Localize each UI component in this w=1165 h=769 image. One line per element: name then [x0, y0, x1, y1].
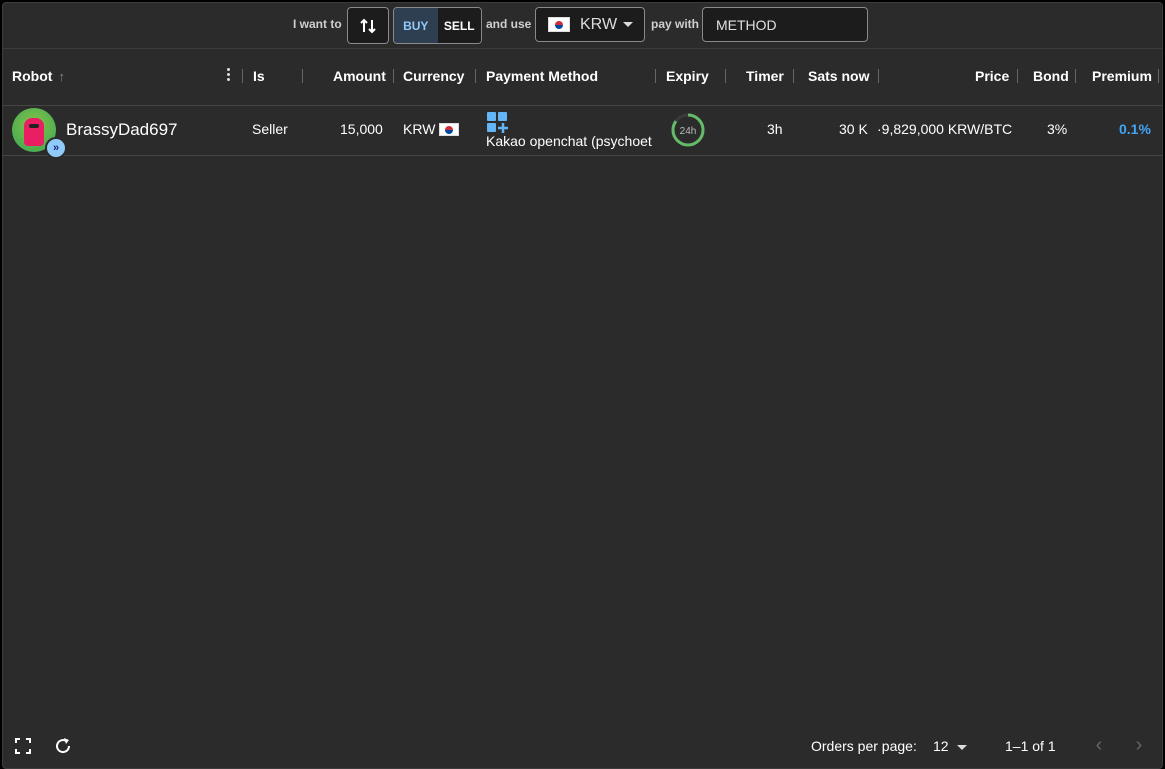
orders-per-page-label: Orders per page: [811, 738, 917, 754]
buy-sell-toggle: BUY SELL [393, 7, 482, 44]
column-separator[interactable] [475, 69, 476, 83]
column-separator[interactable] [1017, 69, 1018, 83]
column-menu-icon[interactable] [227, 67, 231, 83]
pay-with-label: pay with [651, 17, 700, 31]
order-price: ·9,829,000 KRW/BTC [877, 121, 1013, 137]
column-header-premium[interactable]: Premium [1092, 68, 1152, 84]
swap-direction-button[interactable] [347, 7, 389, 44]
order-currency-code: KRW [403, 121, 436, 137]
table-header: Robot ↑ Is Amount Currency Payment Method… [3, 48, 1162, 106]
korea-flag-icon [439, 123, 460, 136]
orders-per-page-value: 12 [933, 738, 949, 754]
robot-name[interactable]: BrassyDad697 [66, 120, 178, 140]
column-header-sats-now[interactable]: Sats now [808, 68, 869, 84]
pagination-range: 1–1 of 1 [1005, 738, 1056, 754]
column-header-currency[interactable]: Currency [403, 68, 464, 84]
expiry-progress-ring: 24h [671, 113, 705, 147]
next-page-icon[interactable]: › [1129, 735, 1149, 756]
order-currency: KRW [403, 121, 460, 137]
column-separator[interactable] [725, 69, 726, 83]
order-amount: 15,000 [340, 121, 383, 137]
column-header-is[interactable]: Is [253, 68, 265, 84]
column-separator[interactable] [655, 69, 656, 83]
column-header-robot[interactable]: Robot ↑ [12, 68, 65, 84]
expiry-value: 24h [680, 126, 697, 137]
swap-vert-icon [360, 18, 376, 33]
fast-forward-badge-icon: » [45, 137, 67, 159]
previous-page-icon[interactable]: ‹ [1089, 735, 1109, 756]
column-header-payment-method[interactable]: Payment Method [486, 68, 598, 84]
column-header-bond[interactable]: Bond [1033, 68, 1069, 84]
and-use-label: and use [486, 17, 532, 31]
order-book-panel: I want to BUY SELL and use KRW pay with … [2, 2, 1163, 769]
add-box-grid-icon [487, 112, 509, 134]
currency-select[interactable]: KRW [535, 7, 645, 42]
sell-toggle-button[interactable]: SELL [437, 8, 481, 43]
order-bond: 3% [1047, 121, 1068, 137]
column-separator[interactable] [1158, 69, 1159, 83]
column-separator[interactable] [878, 69, 879, 83]
payment-method-input[interactable]: METHOD [702, 7, 868, 42]
sort-arrow-up-icon[interactable]: ↑ [58, 69, 65, 84]
order-premium: 0.1% [1119, 121, 1151, 137]
table-footer: Orders per page: 12 1–1 of 1 ‹ › [3, 724, 1162, 768]
currency-select-value: KRW [580, 15, 618, 33]
table-row[interactable]: » BrassyDad697 Seller 15,000 KRW Kakao o… [3, 104, 1162, 159]
column-header-timer[interactable]: Timer [746, 68, 784, 84]
column-separator[interactable] [242, 69, 243, 83]
column-header-amount[interactable]: Amount [333, 68, 386, 84]
column-header-expiry[interactable]: Expiry [666, 68, 709, 84]
orders-per-page-select[interactable]: 12 [933, 738, 967, 754]
chevron-down-icon [623, 22, 634, 27]
order-type: Seller [252, 121, 288, 137]
refresh-icon[interactable] [53, 736, 73, 756]
i-want-to-label: I want to [293, 17, 342, 31]
korea-flag-icon [548, 17, 570, 32]
column-separator[interactable] [1075, 69, 1076, 83]
column-header-price[interactable]: Price [975, 68, 1009, 84]
filter-bar: I want to BUY SELL and use KRW pay with … [3, 3, 1162, 48]
column-separator[interactable] [393, 69, 394, 83]
fullscreen-icon[interactable] [13, 736, 33, 756]
chevron-down-icon [956, 744, 967, 750]
payment-method-text: Kakao openchat (psychoet [486, 133, 652, 149]
column-separator[interactable] [302, 69, 303, 83]
buy-toggle-button[interactable]: BUY [394, 8, 438, 43]
order-timer: 3h [767, 121, 783, 137]
column-robot-label: Robot [12, 68, 53, 84]
sats-now: 30 K [839, 121, 868, 137]
column-separator[interactable] [793, 69, 794, 83]
